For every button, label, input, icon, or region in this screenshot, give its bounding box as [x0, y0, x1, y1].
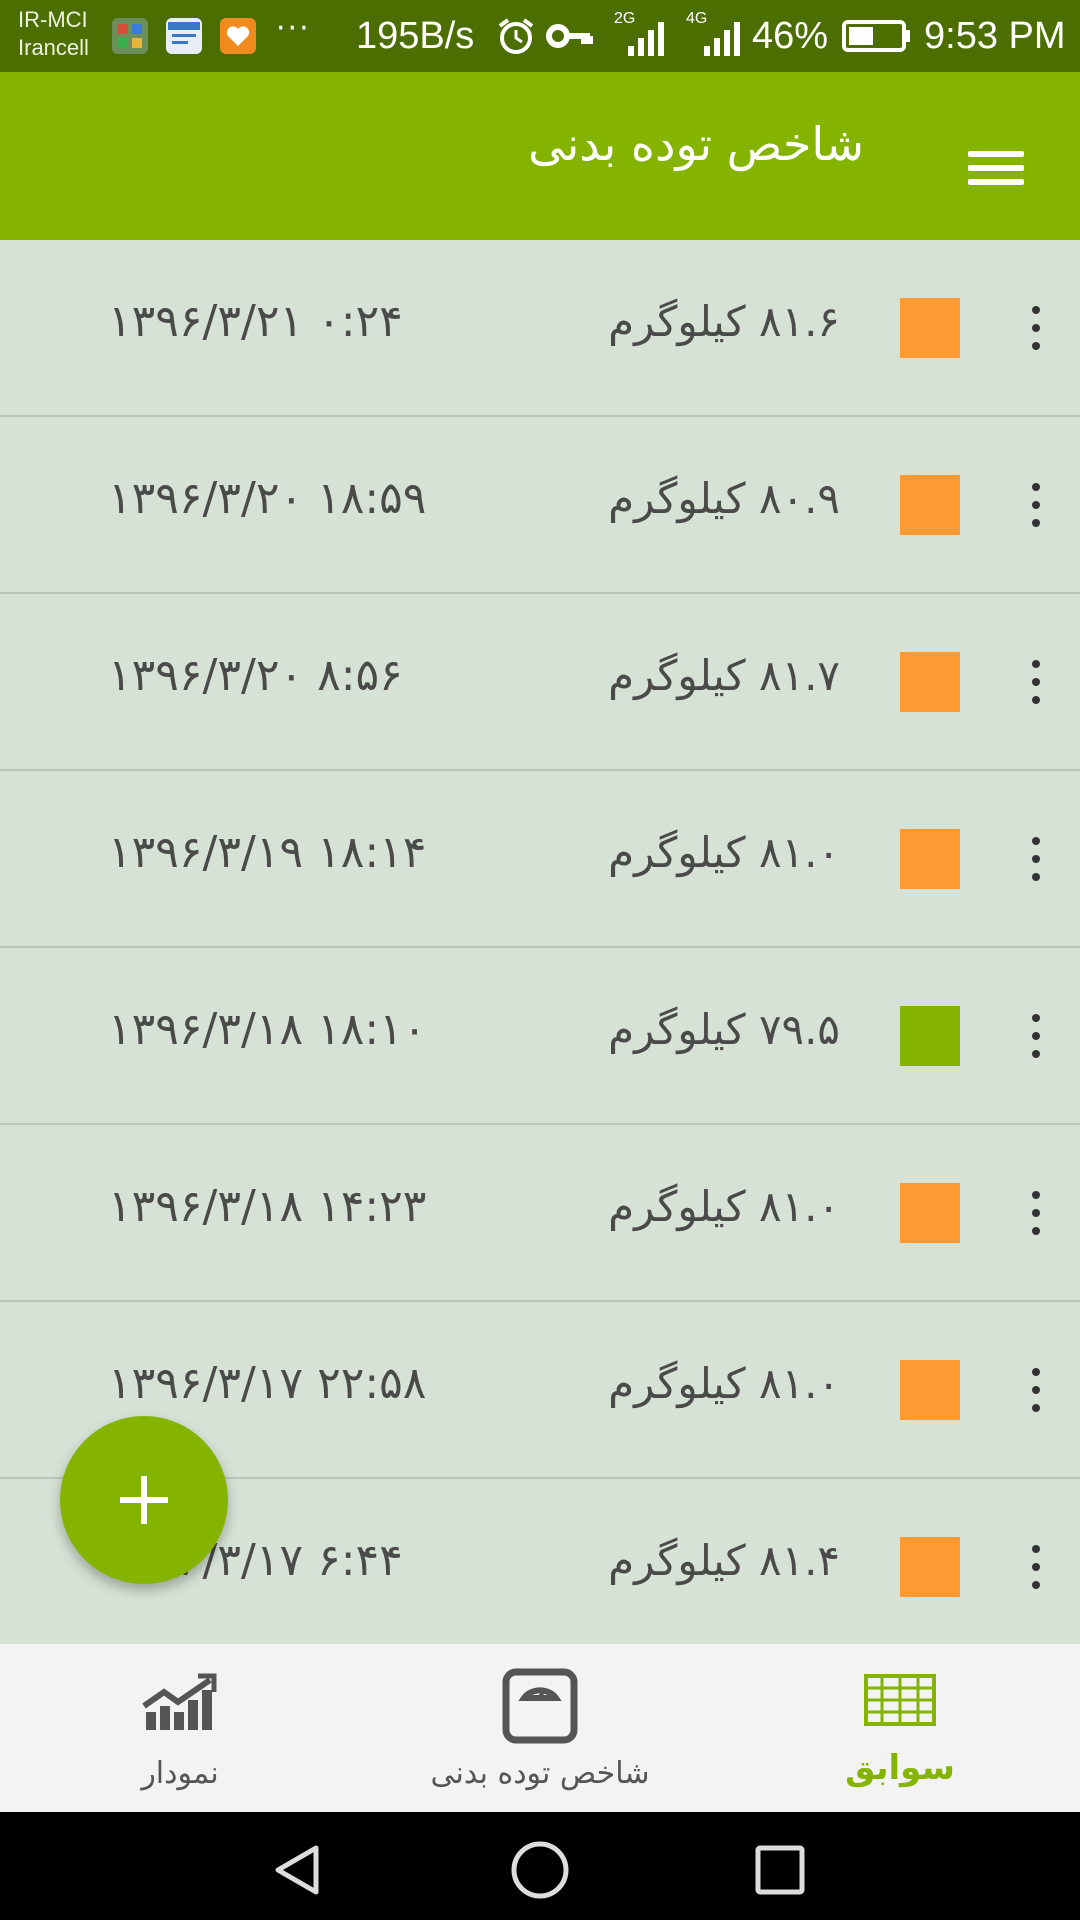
table-grid-icon: [864, 1674, 936, 1726]
alarm-icon: [498, 18, 534, 54]
more-options-icon[interactable]: [1006, 815, 1064, 903]
carrier-line-1: IR-MCI: [18, 7, 88, 32]
more-options-icon[interactable]: [1006, 638, 1064, 726]
record-weight: ۸۰.۹ کیلوگرم: [608, 474, 840, 523]
record-weight: ۸۱.۴ کیلوگرم: [608, 1536, 840, 1585]
record-weight: ۷۹.۵ کیلوگرم: [608, 1005, 840, 1054]
tab-bmi-label: شاخص توده بدنی: [430, 1756, 650, 1791]
more-options-icon[interactable]: [1006, 992, 1064, 1080]
status-bar: IR-MCI Irancell ··· 195B/s 2G 4G 46% 9:5…: [0, 0, 1080, 72]
bmi-status-swatch: [900, 298, 960, 358]
hamburger-menu-icon[interactable]: [952, 128, 1032, 208]
record-date: ۱۳۹۶/۳/۱۹ ۱۸:۱۴: [108, 827, 427, 878]
more-options-icon[interactable]: [1006, 1169, 1064, 1257]
more-options-icon[interactable]: [1006, 284, 1064, 372]
record-date: ۱۳۹۶/۳/۲۱ ۰:۲۴: [108, 296, 403, 347]
record-row[interactable]: ۱۳۹۶/۳/۲۱ ۰:۲۴ ۸۱.۶ کیلوگرم: [0, 240, 1080, 417]
bmi-status-swatch: [900, 1183, 960, 1243]
tab-history-label: سوابق: [845, 1748, 955, 1788]
signal-strength-icon-2: [704, 22, 740, 56]
tab-chart[interactable]: نمودار: [0, 1644, 360, 1812]
battery-percent: 46%: [752, 15, 829, 57]
record-date: ۱۳۹۶/۳/۱۸ ۱۸:۱۰: [108, 1004, 427, 1055]
record-date: ۱۳۹۶/۳/۲۰ ۸:۵۶: [108, 650, 403, 701]
record-date: ۱۳۹۶/۳/۲۰ ۱۸:۵۹: [108, 473, 427, 524]
tab-history[interactable]: سوابق: [720, 1644, 1080, 1812]
system-navigation-bar: [0, 1812, 1080, 1920]
record-weight: ۸۱.۰ کیلوگرم: [608, 828, 840, 877]
bmi-status-swatch: [900, 475, 960, 535]
bmi-status-swatch: [900, 829, 960, 889]
chart-trend-icon: [142, 1673, 217, 1730]
record-weight: ۸۱.۰ کیلوگرم: [608, 1182, 840, 1231]
scale-icon: [502, 1668, 578, 1744]
carrier-name: IR-MCI Irancell: [18, 6, 89, 62]
add-record-button[interactable]: [60, 1416, 228, 1584]
record-weight: ۸۱.۰ کیلوگرم: [608, 1359, 840, 1408]
carrier-line-2: Irancell: [18, 35, 89, 60]
record-row[interactable]: ۱۳۹۶/۳/۱۹ ۱۸:۱۴ ۸۱.۰ کیلوگرم: [0, 771, 1080, 948]
back-triangle-icon[interactable]: [270, 1842, 326, 1898]
record-weight: ۸۱.۶ کیلوگرم: [608, 297, 840, 346]
record-date: ۱۳۹۶/۳/۱۸ ۱۴:۲۳: [108, 1181, 427, 1232]
bmi-status-swatch: [900, 652, 960, 712]
battery-icon: [842, 20, 910, 52]
record-row[interactable]: ۱۳۹۶/۳/۱۸ ۱۸:۱۰ ۷۹.۵ کیلوگرم: [0, 948, 1080, 1125]
more-notifications-indicator: ···: [276, 11, 311, 46]
record-weight: ۸۱.۷ کیلوگرم: [608, 651, 840, 700]
status-clock: 9:53 PM: [924, 15, 1066, 57]
recents-square-icon[interactable]: [754, 1844, 806, 1896]
health-app-notification-icon: [220, 18, 256, 54]
record-row[interactable]: ۱۳۹۶/۳/۲۰ ۸:۵۶ ۸۱.۷ کیلوگرم: [0, 594, 1080, 771]
bmi-status-swatch: [900, 1537, 960, 1597]
bmi-status-swatch: [900, 1006, 960, 1066]
notification-app-icon-1: [112, 18, 148, 54]
more-options-icon[interactable]: [1006, 1523, 1064, 1611]
page-title: شاخص توده بدنی: [528, 117, 864, 171]
tab-chart-label: نمودار: [141, 1756, 219, 1791]
app-bar: شاخص توده بدنی: [0, 72, 1080, 240]
tab-bmi[interactable]: شاخص توده بدنی: [360, 1644, 720, 1812]
record-date: ۱۳۹۶/۳/۱۷ ۲۲:۵۸: [108, 1358, 427, 1409]
more-options-icon[interactable]: [1006, 1346, 1064, 1434]
signal-strength-icon-1: [628, 22, 664, 56]
more-options-icon[interactable]: [1006, 461, 1064, 549]
calendar-notification-icon: [166, 18, 202, 54]
record-row[interactable]: ۱۳۹۶/۳/۲۰ ۱۸:۵۹ ۸۰.۹ کیلوگرم: [0, 417, 1080, 594]
bmi-status-swatch: [900, 1360, 960, 1420]
vpn-key-icon: [546, 24, 593, 48]
network-speed: 195B/s: [356, 15, 475, 57]
bottom-navigation: نمودار شاخص توده بدنی سوابق: [0, 1644, 1080, 1812]
record-row[interactable]: ۱۳۹۶/۳/۱۸ ۱۴:۲۳ ۸۱.۰ کیلوگرم: [0, 1125, 1080, 1302]
home-circle-icon[interactable]: [510, 1840, 570, 1900]
